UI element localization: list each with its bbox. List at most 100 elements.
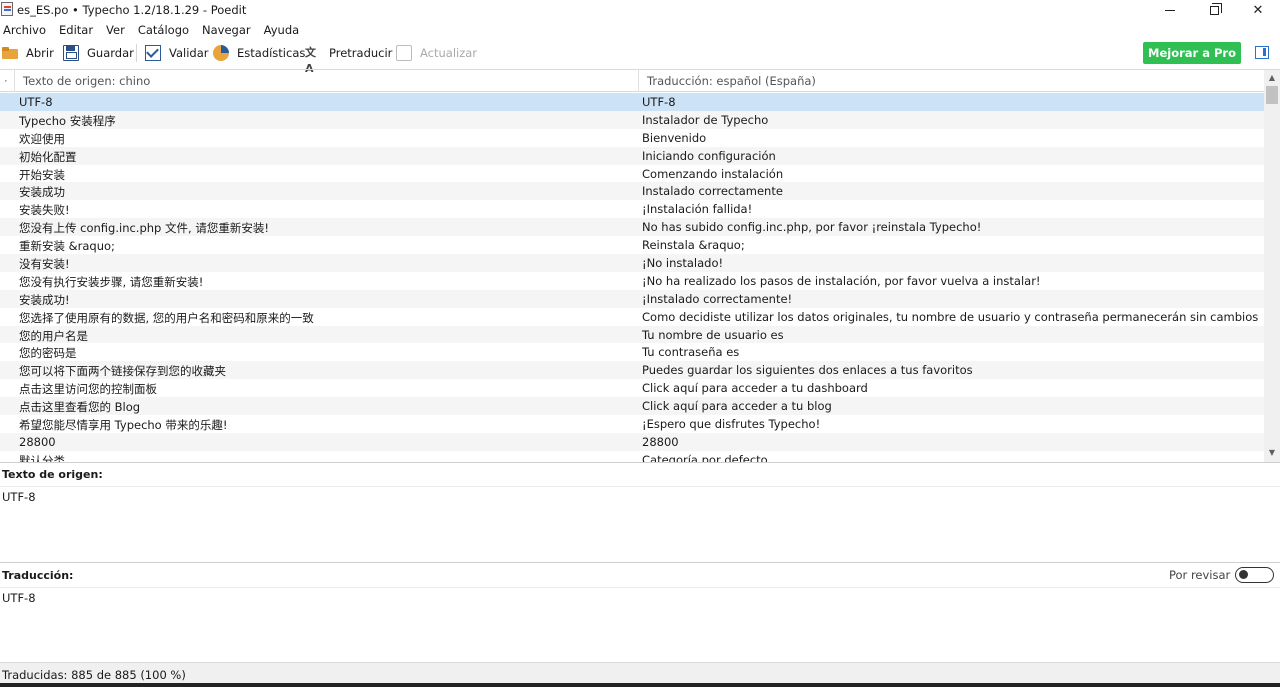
scroll-thumb[interactable] xyxy=(1266,86,1278,104)
table-row[interactable]: 安装失败! ¡Instalación fallida! xyxy=(0,200,1264,218)
row-source-text: 没有安装! xyxy=(19,257,70,272)
translation-column-header[interactable]: Traducción: español (España) xyxy=(638,70,1264,92)
source-label-divider xyxy=(0,486,1280,487)
pretranslate-button[interactable]: 文A Pretraducir xyxy=(305,43,392,75)
table-row[interactable]: 您可以将下面两个链接保存到您的收藏夹 Puedes guardar los sig… xyxy=(0,361,1264,380)
row-translation-text: No has subido config.inc.php, por favor … xyxy=(642,220,982,235)
row-source-text: 安装成功 xyxy=(19,185,65,200)
row-translation-text: Click aquí para acceder a tu blog xyxy=(642,399,832,414)
table-row[interactable]: 您没有上传 config.inc.php 文件, 请您重新安装! No has s… xyxy=(0,218,1264,237)
row-source-text: 安装成功! xyxy=(19,292,70,307)
save-button[interactable]: Guardar xyxy=(63,43,134,63)
row-translation-text: Categoría por defecto xyxy=(642,452,768,462)
row-source-text: 您没有上传 config.inc.php 文件, 请您重新安装! xyxy=(19,221,269,236)
update-button[interactable]: Actualizar xyxy=(396,43,477,63)
status-text: Traducidas: 885 de 885 (100 %) xyxy=(2,668,186,682)
table-row[interactable]: Typecho 安装程序 Instalador de Typecho xyxy=(0,110,1264,129)
row-source-text: 点击这里查看您的 Blog xyxy=(19,400,141,415)
status-bar: Traducidas: 885 de 885 (100 %) xyxy=(0,662,1280,683)
table-row[interactable]: UTF-8 UTF-8 xyxy=(0,93,1264,111)
table-row[interactable]: 欢迎使用 Bienvenido xyxy=(0,129,1264,147)
minimize-button[interactable] xyxy=(1148,0,1192,20)
source-column-header[interactable]: Texto de origen: chino xyxy=(14,70,638,92)
row-source-text: 重新安装 &raquo; xyxy=(19,239,115,254)
open-button[interactable]: Abrir xyxy=(2,43,54,63)
row-source-text: 开始安装 xyxy=(19,167,65,182)
toolbar: Abrir Guardar Validar Estadísticas 文A Pr… xyxy=(0,40,1280,75)
row-source-text: 默认分类 xyxy=(19,453,65,462)
menu-catalogo[interactable]: Catálogo xyxy=(135,20,189,40)
row-source-text: 您的用户名是 xyxy=(19,328,88,343)
table-row[interactable]: 点击这里查看您的 Blog Click aquí para acceder a t… xyxy=(0,397,1264,416)
row-translation-text: ¡Instalado correctamente! xyxy=(642,291,793,306)
row-translation-text: ¡No instalado! xyxy=(642,256,724,271)
title-bar: es_ES.po • Typecho 1.2/18.1.29 - Poedit … xyxy=(0,0,1280,20)
translation-input[interactable]: UTF-8 xyxy=(2,591,36,605)
refresh-icon xyxy=(396,45,412,61)
menu-navegar[interactable]: Navegar xyxy=(199,20,251,40)
table-row[interactable]: 安装成功 Instalado correctamente xyxy=(0,182,1264,201)
menu-editar[interactable]: Editar xyxy=(56,20,93,40)
row-translation-text: Instalador de Typecho xyxy=(642,112,769,127)
menu-ver[interactable]: Ver xyxy=(103,20,125,40)
row-source-text: 希望您能尽情享用 Typecho 带来的乐趣! xyxy=(19,418,228,433)
source-text: UTF-8 xyxy=(2,490,36,504)
row-translation-text: UTF-8 xyxy=(642,95,676,109)
maximize-button[interactable] xyxy=(1192,0,1236,20)
source-label: Texto de origen: xyxy=(2,468,103,481)
translate-icon: 文A xyxy=(305,46,316,75)
table-row[interactable]: 没有安装! ¡No instalado! xyxy=(0,254,1264,272)
row-translation-text: Tu nombre de usuario es xyxy=(642,327,784,342)
status-column-header[interactable]: · xyxy=(4,74,8,88)
poedit-app-icon xyxy=(1,2,13,16)
table-row[interactable]: 初始化配置 Iniciando configuración xyxy=(0,146,1264,165)
table-row[interactable]: 开始安装 Comenzando instalación xyxy=(0,165,1264,183)
translation-label-divider xyxy=(0,587,1280,588)
row-source-text: 您的密码是 xyxy=(19,346,77,361)
row-source-text: 您没有执行安装步骤, 请您重新安装! xyxy=(19,274,204,289)
row-source-text: 欢迎使用 xyxy=(19,131,65,146)
list-scrollbar[interactable]: ▲ ▼ xyxy=(1264,70,1280,462)
needs-review-label: Por revisar xyxy=(1169,568,1231,582)
statistics-button[interactable]: Estadísticas xyxy=(213,43,305,63)
row-source-text: 点击这里访问您的控制面板 xyxy=(19,382,157,397)
table-row[interactable]: 您选择了使用原有的数据, 您的用户名和密码和原来的一致 Como decidist… xyxy=(0,308,1264,326)
row-translation-text: Comenzando instalación xyxy=(642,166,784,181)
menu-archivo[interactable]: Archivo xyxy=(0,20,46,40)
menu-ayuda[interactable]: Ayuda xyxy=(261,20,300,40)
row-translation-text: ¡Instalación fallida! xyxy=(642,202,753,217)
table-row[interactable]: 您的用户名是 Tu nombre de usuario es xyxy=(0,325,1264,344)
scroll-down-icon[interactable]: ▼ xyxy=(1264,445,1280,461)
window-title: es_ES.po • Typecho 1.2/18.1.29 - Poedit xyxy=(17,3,247,17)
row-translation-text: 28800 xyxy=(642,434,679,449)
restore-icon xyxy=(1209,2,1222,15)
needs-review-toggle[interactable] xyxy=(1235,567,1274,583)
close-button[interactable]: ✕ xyxy=(1236,0,1280,20)
upgrade-pro-button[interactable]: Mejorar a Pro xyxy=(1143,42,1241,64)
row-translation-text: Iniciando configuración xyxy=(642,148,776,163)
validate-button[interactable]: Validar xyxy=(145,43,209,63)
row-source-text: 您可以将下面两个链接保存到您的收藏夹 xyxy=(19,364,226,379)
row-source-text: 初始化配置 xyxy=(19,149,77,164)
pane-divider xyxy=(0,562,1280,563)
sidebar-toggle-icon[interactable] xyxy=(1255,46,1269,59)
toolbar-separator xyxy=(136,44,137,62)
row-translation-text: Puedes guardar los siguientes dos enlace… xyxy=(642,363,973,378)
table-row[interactable]: 默认分类 Categoría por defecto xyxy=(0,451,1264,462)
row-translation-text: Tu contraseña es xyxy=(642,345,740,360)
table-row[interactable]: 点击这里访问您的控制面板 Click aquí para acceder a tu… xyxy=(0,379,1264,397)
close-icon: ✕ xyxy=(1252,2,1264,18)
row-source-text: Typecho 安装程序 xyxy=(19,113,116,128)
table-row[interactable]: 您没有执行安装步骤, 请您重新安装! ¡No ha realizado los p… xyxy=(0,272,1264,290)
table-row[interactable]: 28800 28800 xyxy=(0,432,1264,451)
translation-list: · Texto de origen: chino Traducción: esp… xyxy=(0,69,1280,462)
row-source-text: UTF-8 xyxy=(19,95,53,109)
row-translation-text: ¡Espero que disfrutes Typecho! xyxy=(642,417,821,432)
table-row[interactable]: 希望您能尽情享用 Typecho 带来的乐趣! ¡Espero que disfr… xyxy=(0,415,1264,433)
pane-divider xyxy=(0,462,1280,463)
table-row[interactable]: 安装成功! ¡Instalado correctamente! xyxy=(0,289,1264,308)
table-row[interactable]: 重新安装 &raquo; Reinstala &raquo; xyxy=(0,236,1264,254)
table-row[interactable]: 您的密码是 Tu contraseña es xyxy=(0,343,1264,361)
list-rows: UTF-8 UTF-8 Typecho 安装程序 Instalador de Type… xyxy=(0,93,1264,462)
scroll-up-icon[interactable]: ▲ xyxy=(1264,70,1280,86)
